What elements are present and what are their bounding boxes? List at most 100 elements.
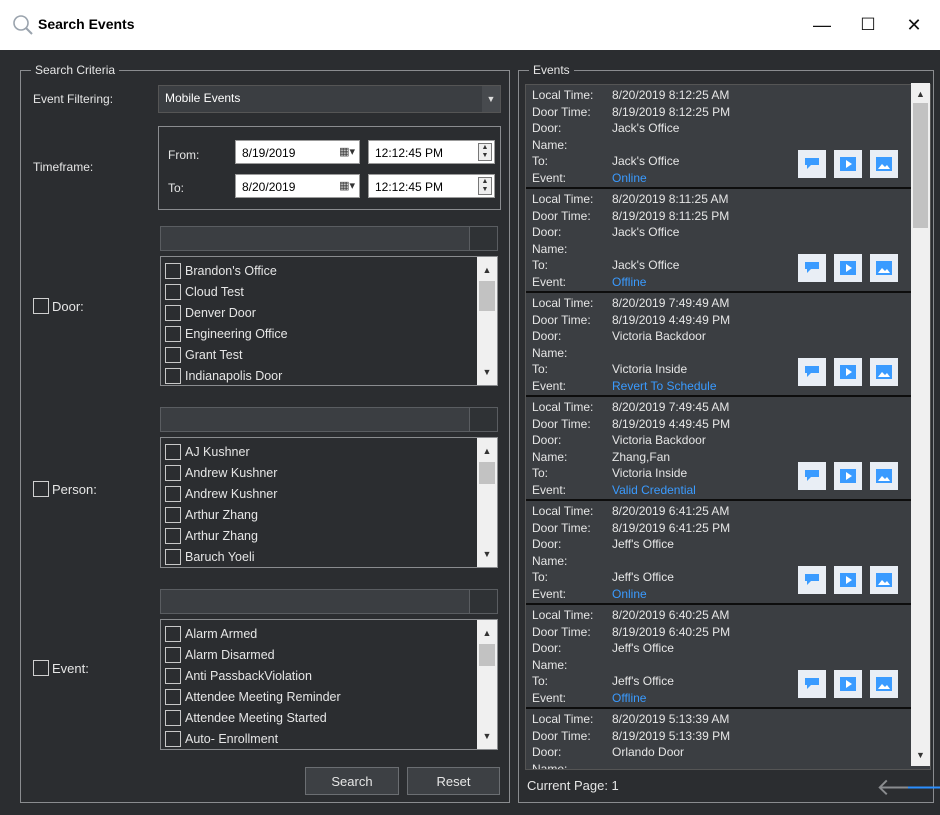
- event-filtering-select[interactable]: Mobile Events ▼: [158, 85, 501, 113]
- events-list[interactable]: Local Time: 8/20/2019 8:12:25 AM Door Time…: [525, 84, 931, 770]
- scroll-down-icon[interactable]: ▼: [477, 363, 497, 381]
- event-record[interactable]: Local Time: 8/20/2019 6:41:25 AM Door Time…: [526, 501, 930, 605]
- checkbox[interactable]: [165, 485, 181, 502]
- checkbox[interactable]: [33, 660, 49, 676]
- checkbox[interactable]: [165, 506, 181, 523]
- image-icon[interactable]: [870, 358, 898, 386]
- scroll-down-icon[interactable]: ▼: [477, 545, 497, 563]
- to-date-picker[interactable]: 8/20/2019 ▦▾: [235, 174, 360, 198]
- checkbox[interactable]: [165, 548, 181, 565]
- to-time-picker[interactable]: 12:12:45 PM ▲ ▼: [368, 174, 495, 198]
- event-type-list-item[interactable]: Alarm Armed: [161, 623, 497, 644]
- person-list-item[interactable]: Arthur Zhang: [161, 525, 497, 546]
- search-button[interactable]: Search: [305, 767, 399, 795]
- person-list-item[interactable]: Andrew Kushner: [161, 462, 497, 483]
- person-list[interactable]: AJ Kushner Andrew Kushner Andrew Kushner Ar…: [160, 437, 498, 568]
- scroll-thumb[interactable]: [913, 103, 928, 228]
- event-type-list-item[interactable]: Alarm Disarmed: [161, 644, 497, 665]
- scroll-down-icon[interactable]: ▼: [911, 746, 930, 764]
- map-pin-icon[interactable]: [798, 150, 826, 178]
- image-icon[interactable]: [870, 566, 898, 594]
- event-type-link[interactable]: Offline: [612, 275, 646, 289]
- checkbox[interactable]: [165, 304, 181, 321]
- checkbox[interactable]: [165, 346, 181, 363]
- event-type-list-item[interactable]: Attendee Meeting Started: [161, 707, 497, 728]
- event-type-link[interactable]: Online: [612, 587, 647, 601]
- checkbox[interactable]: [165, 709, 181, 726]
- video-play-icon[interactable]: [834, 254, 862, 282]
- person-list-scrollbar[interactable]: ▲ ▼: [477, 438, 497, 567]
- spinner-icon[interactable]: ▲ ▼: [478, 143, 492, 161]
- event-list-scrollbar[interactable]: ▲ ▼: [477, 620, 497, 749]
- checkbox[interactable]: [165, 367, 181, 384]
- chevron-down-icon[interactable]: ▼: [482, 86, 500, 112]
- checkbox[interactable]: [165, 527, 181, 544]
- calendar-icon[interactable]: ▦▾: [339, 145, 355, 158]
- event-list[interactable]: Alarm Armed Alarm Disarmed Anti PassbackVi…: [160, 619, 498, 750]
- checkbox[interactable]: [165, 325, 181, 342]
- event-filter-checkbox[interactable]: Event:: [33, 660, 89, 676]
- checkbox[interactable]: [165, 443, 181, 460]
- minimize-button[interactable]: —: [799, 0, 845, 50]
- checkbox[interactable]: [165, 262, 181, 279]
- event-type-list-item[interactable]: Auto- Enrollment: [161, 728, 497, 749]
- map-pin-icon[interactable]: [798, 358, 826, 386]
- map-pin-icon[interactable]: [798, 670, 826, 698]
- checkbox[interactable]: [165, 283, 181, 300]
- door-list-scrollbar[interactable]: ▲ ▼: [477, 257, 497, 385]
- video-play-icon[interactable]: [834, 566, 862, 594]
- spinner-icon[interactable]: ▲ ▼: [478, 177, 492, 195]
- person-list-item[interactable]: Baruch Yoeli: [161, 546, 497, 567]
- checkbox[interactable]: [165, 646, 181, 663]
- scroll-down-icon[interactable]: ▼: [477, 727, 497, 745]
- event-type-link[interactable]: Valid Credential: [612, 483, 696, 497]
- checkbox[interactable]: [165, 625, 181, 642]
- scroll-thumb[interactable]: [479, 281, 495, 311]
- scroll-thumb[interactable]: [479, 644, 495, 666]
- person-list-item[interactable]: Andrew Kushner: [161, 483, 497, 504]
- event-record[interactable]: Local Time: 8/20/2019 8:12:25 AM Door Time…: [526, 85, 930, 189]
- image-icon[interactable]: [870, 254, 898, 282]
- event-type-list-item[interactable]: Attendee Meeting Reminder: [161, 686, 497, 707]
- door-list[interactable]: Brandon's Office Cloud Test Denver Door Eng…: [160, 256, 498, 386]
- from-date-picker[interactable]: 8/19/2019 ▦▾: [235, 140, 360, 164]
- video-play-icon[interactable]: [834, 670, 862, 698]
- door-list-item[interactable]: Engineering Office: [161, 323, 497, 344]
- image-icon[interactable]: [870, 462, 898, 490]
- reset-button[interactable]: Reset: [407, 767, 500, 795]
- image-icon[interactable]: [870, 670, 898, 698]
- person-search-input[interactable]: [160, 407, 498, 432]
- events-scrollbar[interactable]: ▲ ▼: [911, 83, 930, 766]
- map-pin-icon[interactable]: [798, 254, 826, 282]
- scroll-up-icon[interactable]: ▲: [477, 442, 497, 460]
- event-type-link[interactable]: Offline: [612, 691, 646, 705]
- calendar-icon[interactable]: ▦▾: [339, 179, 355, 192]
- door-list-item[interactable]: Indianapolis Door: [161, 365, 497, 385]
- scroll-up-icon[interactable]: ▲: [477, 624, 497, 642]
- close-button[interactable]: ✕: [891, 0, 937, 50]
- scroll-up-icon[interactable]: ▲: [477, 261, 497, 279]
- door-list-item[interactable]: Brandon's Office: [161, 260, 497, 281]
- event-type-list-item[interactable]: Anti PassbackViolation: [161, 665, 497, 686]
- door-list-item[interactable]: Denver Door: [161, 302, 497, 323]
- event-record[interactable]: Local Time: 8/20/2019 5:13:39 AM Door Time…: [526, 709, 930, 769]
- event-record[interactable]: Local Time: 8/20/2019 7:49:49 AM Door Time…: [526, 293, 930, 397]
- checkbox[interactable]: [33, 298, 49, 314]
- event-record[interactable]: Local Time: 8/20/2019 6:40:25 AM Door Time…: [526, 605, 930, 709]
- door-list-item[interactable]: Cloud Test: [161, 281, 497, 302]
- door-search-input[interactable]: [160, 226, 498, 251]
- video-play-icon[interactable]: [834, 358, 862, 386]
- checkbox[interactable]: [165, 688, 181, 705]
- checkbox[interactable]: [165, 667, 181, 684]
- maximize-button[interactable]: ☐: [845, 0, 891, 50]
- event-record[interactable]: Local Time: 8/20/2019 8:11:25 AM Door Time…: [526, 189, 930, 293]
- checkbox[interactable]: [33, 481, 49, 497]
- person-list-item[interactable]: AJ Kushner: [161, 441, 497, 462]
- next-page-arrow-icon[interactable]: 🡒: [905, 772, 940, 802]
- checkbox[interactable]: [165, 730, 181, 747]
- checkbox[interactable]: [165, 464, 181, 481]
- door-list-item[interactable]: Grant Test: [161, 344, 497, 365]
- map-pin-icon[interactable]: [798, 566, 826, 594]
- door-filter-checkbox[interactable]: Door:: [33, 298, 84, 314]
- event-type-link[interactable]: Online: [612, 171, 647, 185]
